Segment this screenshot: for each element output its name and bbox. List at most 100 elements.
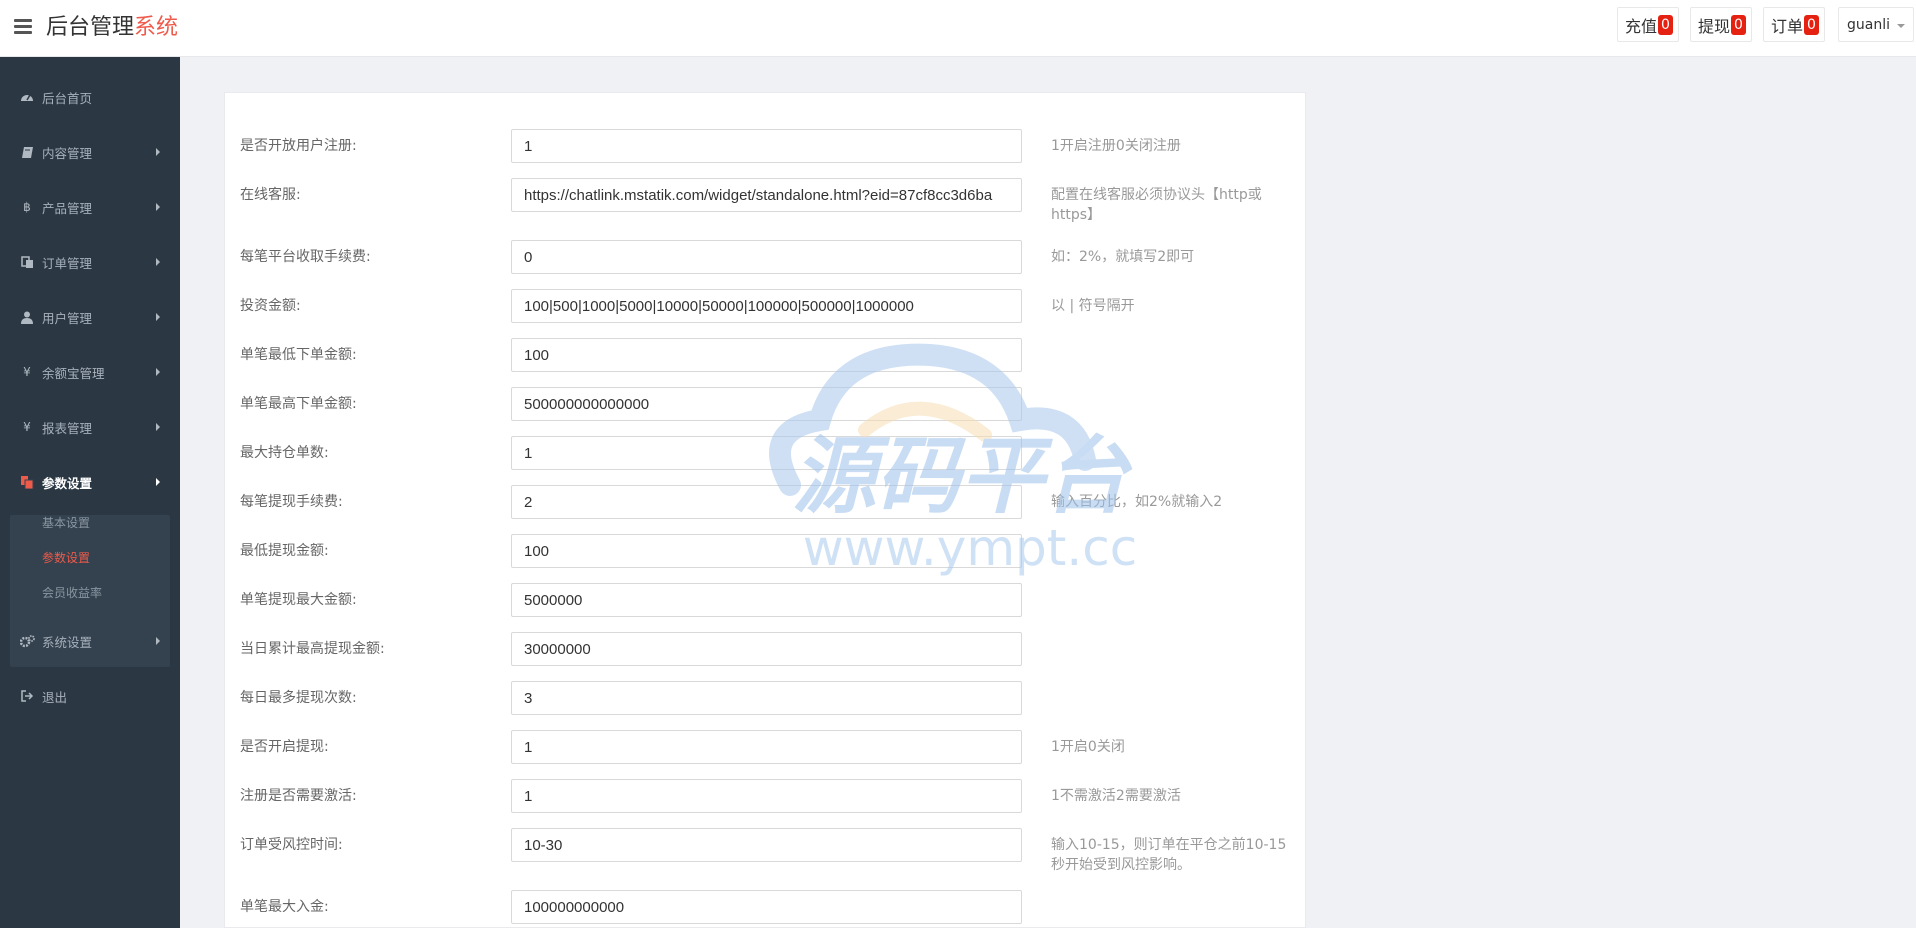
sidebar-item-label: 后台首页 — [42, 90, 93, 106]
open-registration-input[interactable] — [511, 129, 1022, 163]
field-label: 最低提现金额: — [240, 543, 329, 559]
field-hint: 输入10-15，则订单在平仓之前10-15秒开始受到风控影响。 — [1051, 837, 1287, 873]
sidebar-item-dashboard[interactable]: 后台首页 — [10, 77, 170, 117]
max-withdraw-single-input[interactable] — [511, 583, 1022, 617]
field-label: 是否开放用户注册: — [240, 138, 357, 154]
field-label: 是否开启提现: — [240, 739, 329, 755]
field-hint: 如：2%，就填写2即可 — [1051, 249, 1195, 265]
sidebar-item-orders[interactable]: 订单管理 — [10, 242, 170, 282]
chevron-right-icon — [156, 313, 160, 321]
sidebar-item-params[interactable]: 参数设置 — [10, 462, 170, 502]
top-navbar: 后台管理系统 充值 0 提现 0 订单 0 guanli — [0, 0, 1916, 57]
withdraw-count-badge: 0 — [1731, 14, 1746, 35]
field-label: 订单受风控时间: — [240, 837, 343, 853]
withdraw-fee-input[interactable] — [511, 485, 1022, 519]
field-hint: 1开启0关闭 — [1051, 739, 1125, 755]
settings-form-panel: 是否开放用户注册: 1开启注册0关闭注册 在线客服: 配置在线客服必须协议头【h… — [224, 92, 1306, 928]
field-label: 单笔最大入金: — [240, 899, 329, 915]
investment-amounts-input[interactable] — [511, 289, 1022, 323]
field-hint: 1开启注册0关闭注册 — [1051, 138, 1181, 154]
yen-icon: ¥ — [23, 420, 31, 434]
field-hint: 配置在线客服必须协议头【http或https】 — [1051, 187, 1262, 223]
user-icon — [19, 309, 35, 325]
field-hint: 以 | 符号隔开 — [1051, 298, 1135, 314]
max-withdraw-daily-input[interactable] — [511, 632, 1022, 666]
field-label: 每笔提现手续费: — [240, 494, 343, 510]
field-label: 最大持仓单数: — [240, 445, 329, 461]
sidebar-item-label: 内容管理 — [42, 145, 93, 161]
field-label: 当日累计最高提现金额: — [240, 641, 385, 657]
files-icon — [19, 474, 35, 490]
online-service-url-input[interactable] — [511, 178, 1022, 212]
field-label: 单笔提现最大金额: — [240, 592, 357, 608]
chevron-right-icon — [156, 148, 160, 156]
field-label: 投资金额: — [240, 298, 301, 314]
sidebar-subitem-member-yield[interactable]: 会员收益率 — [42, 585, 102, 601]
max-positions-input[interactable] — [511, 436, 1022, 470]
sidebar-subitem-param-settings[interactable]: 参数设置 — [42, 550, 90, 566]
yen-icon: ¥ — [23, 365, 31, 379]
orders-button[interactable]: 订单 0 — [1763, 7, 1825, 42]
registration-activation-input[interactable] — [511, 779, 1022, 813]
dashboard-icon — [19, 89, 35, 105]
field-label: 单笔最低下单金额: — [240, 347, 357, 363]
sidebar-item-label: 订单管理 — [42, 255, 93, 271]
sidebar-item-label: 产品管理 — [42, 200, 93, 216]
risk-control-time-input[interactable] — [511, 828, 1022, 862]
min-withdraw-amount-input[interactable] — [511, 534, 1022, 568]
chevron-right-icon — [156, 368, 160, 376]
sidebar-item-label: 用户管理 — [42, 310, 93, 326]
recharge-label: 充值 — [1625, 16, 1658, 36]
copy-icon — [19, 254, 35, 270]
enable-withdraw-input[interactable] — [511, 730, 1022, 764]
sidebar-item-label: 系统设置 — [42, 634, 93, 650]
sidebar-item-label: 余额宝管理 — [42, 365, 105, 381]
sidebar-item-reports[interactable]: ¥ 报表管理 — [10, 407, 170, 447]
platform-fee-input[interactable] — [511, 240, 1022, 274]
chevron-right-icon — [156, 203, 160, 211]
sidebar-item-label: 报表管理 — [42, 420, 93, 436]
daily-withdraw-times-input[interactable] — [511, 681, 1022, 715]
min-order-amount-input[interactable] — [511, 338, 1022, 372]
brand-title: 后台管理 — [46, 15, 135, 40]
sidebar-item-users[interactable]: 用户管理 — [10, 297, 170, 337]
field-hint: 输入百分比，如2%就输入2 — [1051, 494, 1223, 510]
sidebar-item-products[interactable]: ฿ 产品管理 — [10, 187, 170, 227]
field-label: 单笔最高下单金额: — [240, 396, 357, 412]
bitcoin-icon: ฿ — [23, 200, 31, 214]
sidebar-item-label: 退出 — [42, 689, 68, 705]
max-order-amount-input[interactable] — [511, 387, 1022, 421]
book-icon — [19, 144, 35, 160]
orders-count-badge: 0 — [1804, 14, 1819, 35]
sidebar-item-label: 参数设置 — [42, 475, 93, 491]
orders-label: 订单 — [1771, 16, 1804, 36]
field-label: 注册是否需要激活: — [240, 788, 357, 804]
chevron-right-icon — [156, 478, 160, 486]
field-label: 每笔平台收取手续费: — [240, 249, 371, 265]
withdraw-label: 提现 — [1698, 16, 1731, 36]
withdraw-button[interactable]: 提现 0 — [1690, 7, 1752, 42]
sign-out-icon — [19, 688, 35, 704]
sidebar-item-system[interactable]: 系统设置 — [10, 621, 170, 661]
sidebar-item-content[interactable]: 内容管理 — [10, 132, 170, 172]
max-deposit-input[interactable] — [511, 890, 1022, 924]
recharge-button[interactable]: 充值 0 — [1617, 7, 1679, 42]
cogs-icon — [19, 633, 35, 649]
recharge-count-badge: 0 — [1658, 14, 1673, 35]
brand-title-accent: 系统 — [134, 15, 179, 40]
chevron-right-icon — [156, 258, 160, 266]
chevron-right-icon — [156, 423, 160, 431]
user-menu-button[interactable]: guanli — [1838, 7, 1914, 42]
field-label: 在线客服: — [240, 187, 301, 203]
sidebar-item-yuebao[interactable]: ¥ 余额宝管理 — [10, 352, 170, 392]
app-brand: 后台管理系统 — [46, 12, 178, 44]
chevron-right-icon — [156, 637, 160, 645]
sidebar-subitem-basic-settings[interactable]: 基本设置 — [42, 515, 90, 531]
sidebar: 后台首页 内容管理 ฿ 产品管理 订单管理 用户管理 ¥ 余额宝管理 ¥ 报表管… — [0, 57, 180, 928]
chevron-down-icon — [1897, 23, 1905, 28]
username: guanli — [1847, 16, 1890, 33]
sidebar-item-logout[interactable]: 退出 — [10, 676, 170, 716]
field-hint: 1不需激活2需要激活 — [1051, 788, 1181, 804]
field-label: 每日最多提现次数: — [240, 690, 357, 706]
menu-toggle-icon[interactable] — [14, 19, 32, 35]
